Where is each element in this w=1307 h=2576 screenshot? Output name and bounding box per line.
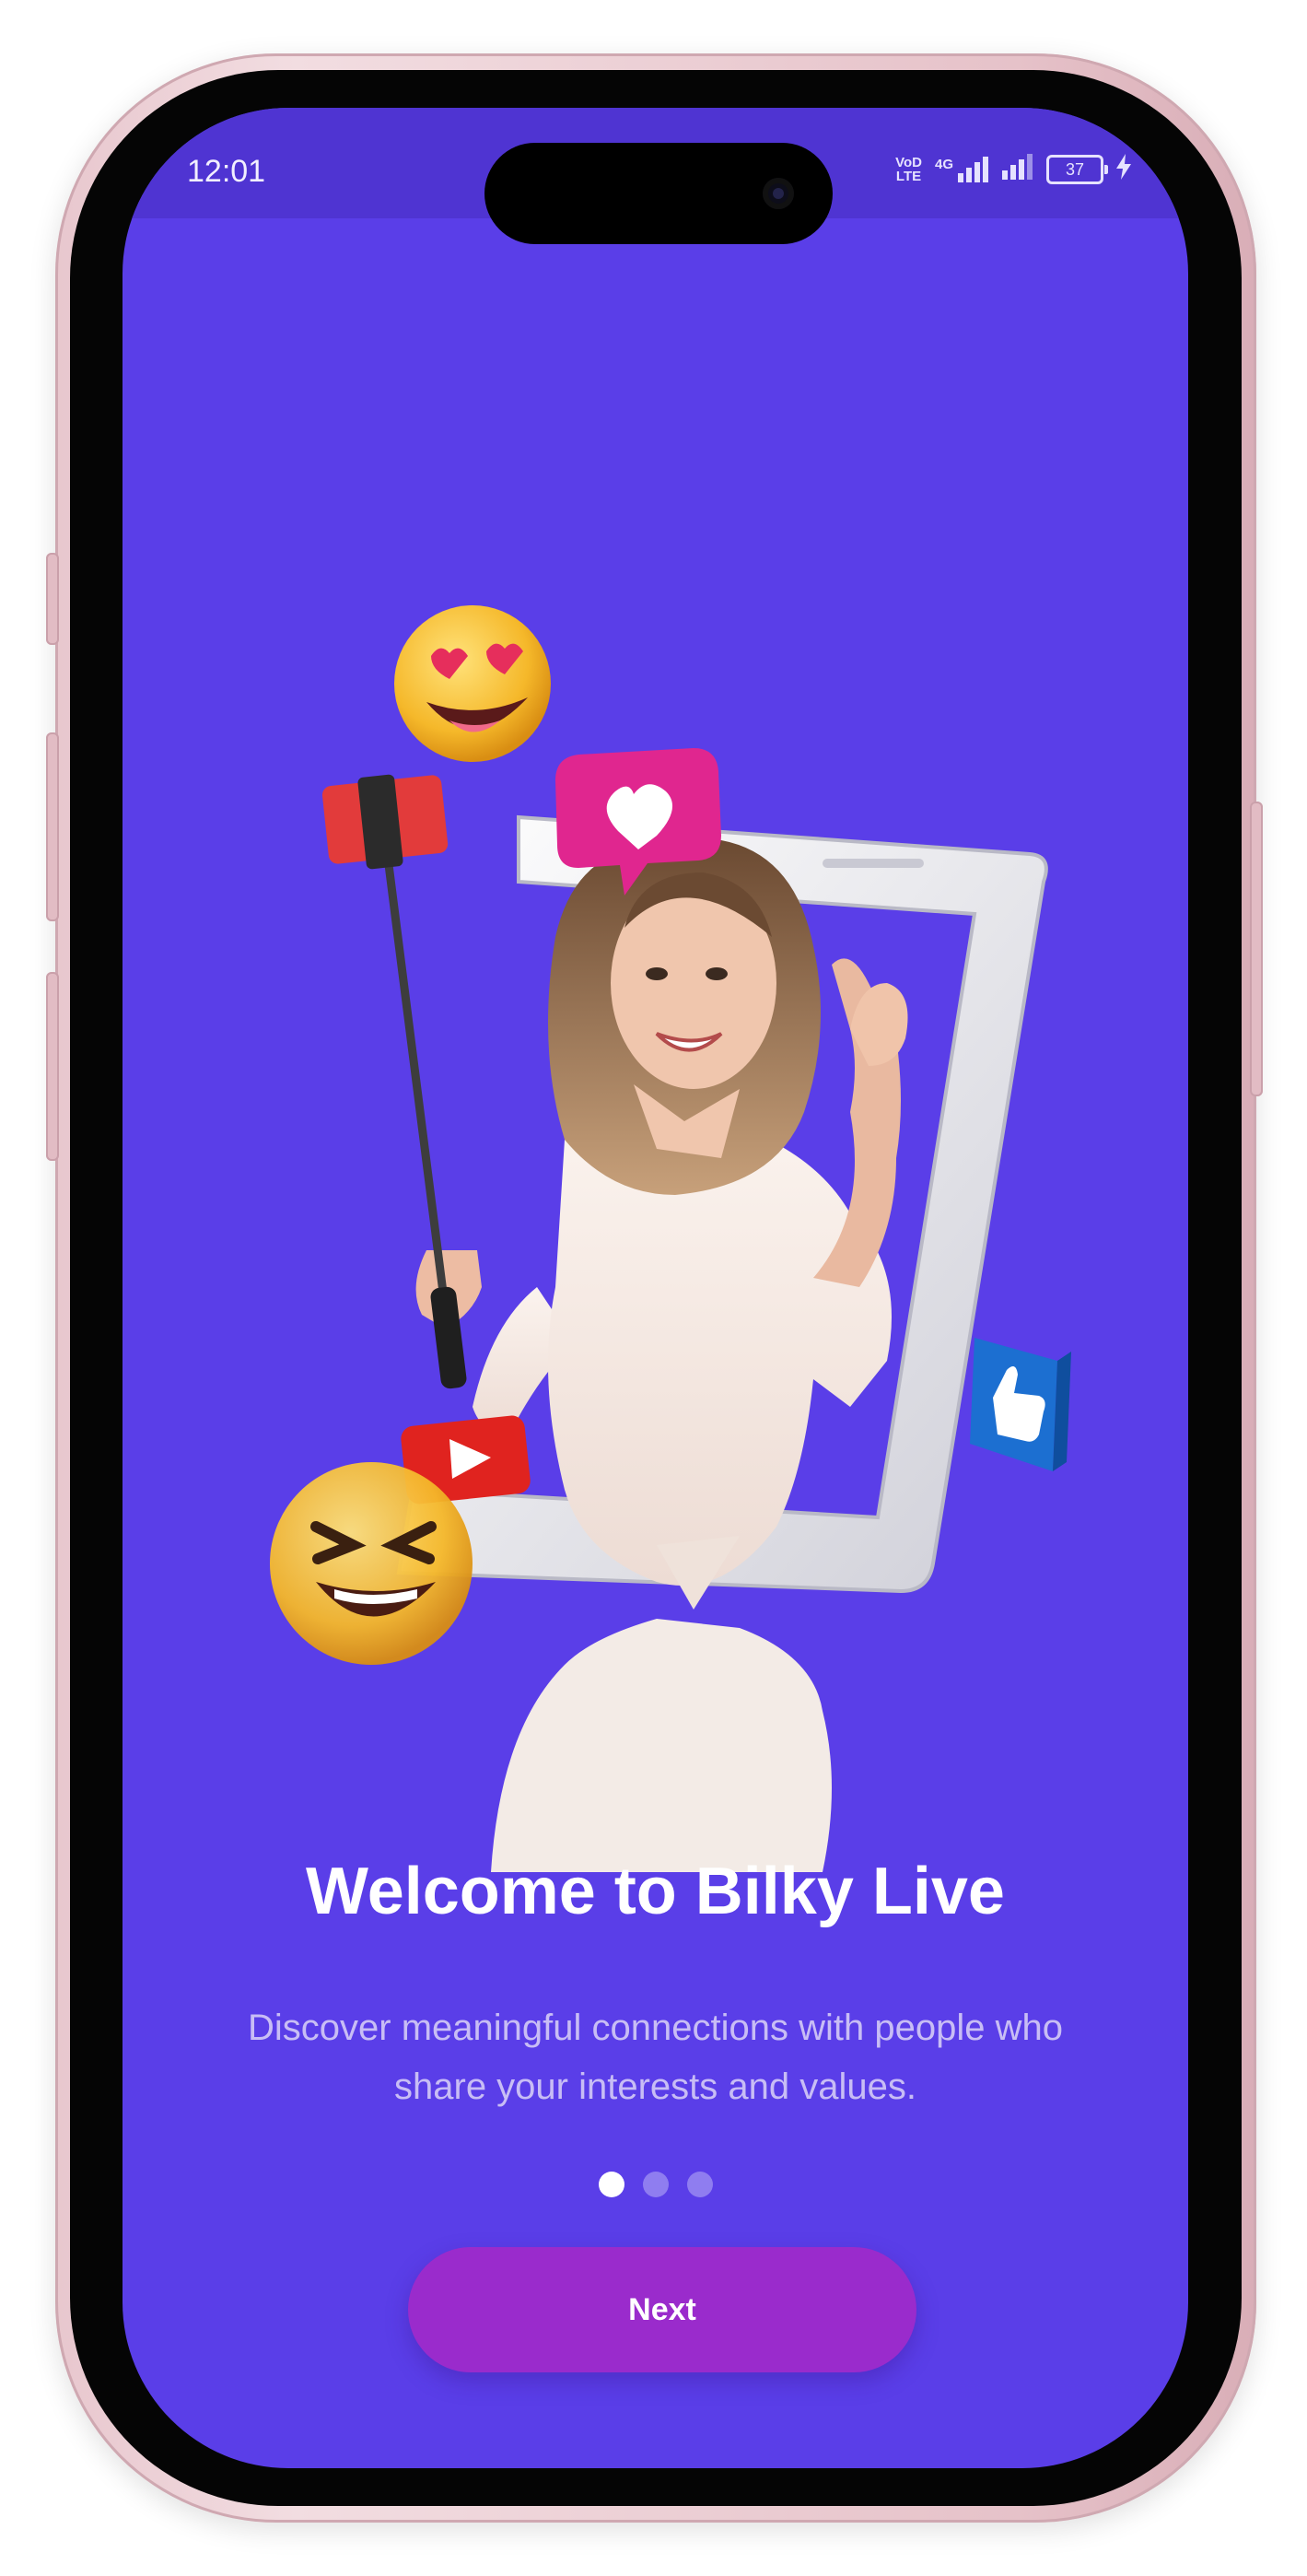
battery-level: 37 bbox=[1065, 159, 1085, 179]
heart-eyes-emoji-icon bbox=[394, 605, 551, 762]
page-dot[interactable] bbox=[642, 2172, 669, 2197]
subtitle-line: Discover meaningful connections with peo… bbox=[248, 2008, 1063, 2048]
front-camera-icon bbox=[763, 178, 794, 209]
volume-down-button bbox=[46, 972, 59, 1161]
onboarding-title: Welcome to Bilky Live bbox=[306, 1855, 1005, 1928]
signal-icon bbox=[1002, 154, 1033, 184]
action-button bbox=[46, 553, 59, 645]
status-time: 12:01 bbox=[187, 154, 266, 189]
page-dot[interactable] bbox=[686, 2172, 713, 2197]
selfie-stick-graphic bbox=[321, 774, 467, 1389]
thumbs-up-like-icon bbox=[970, 1338, 1071, 1471]
network-label-bottom: LTE bbox=[895, 168, 922, 184]
network-type: 4G bbox=[934, 156, 953, 172]
status-icons: VoD LTE 4G 37 bbox=[895, 154, 1131, 184]
laughing-emoji-icon bbox=[270, 1462, 473, 1665]
woman-figure bbox=[415, 840, 908, 1872]
next-button[interactable]: Next bbox=[408, 2247, 916, 2372]
subtitle-line: share your interests and values. bbox=[394, 2067, 916, 2107]
app-screen: 12:01 VoD LTE 4G 37 Welcome to Bilky Liv… bbox=[123, 108, 1188, 2468]
page-indicator bbox=[123, 2172, 1188, 2197]
hero-illustration bbox=[270, 605, 1071, 1872]
dynamic-island bbox=[484, 143, 833, 244]
signal-4g-icon: 4G bbox=[934, 156, 989, 182]
power-button bbox=[1250, 802, 1263, 1096]
battery-icon: 37 bbox=[1046, 154, 1108, 184]
network-label: VoD LTE bbox=[895, 156, 922, 183]
charging-icon bbox=[1116, 154, 1131, 184]
network-label-top: VoD bbox=[895, 154, 922, 170]
onboarding-subtitle: Discover meaningful connections with peo… bbox=[178, 1998, 1133, 2116]
volume-up-button bbox=[46, 732, 59, 921]
page-dot-active[interactable] bbox=[598, 2172, 624, 2197]
